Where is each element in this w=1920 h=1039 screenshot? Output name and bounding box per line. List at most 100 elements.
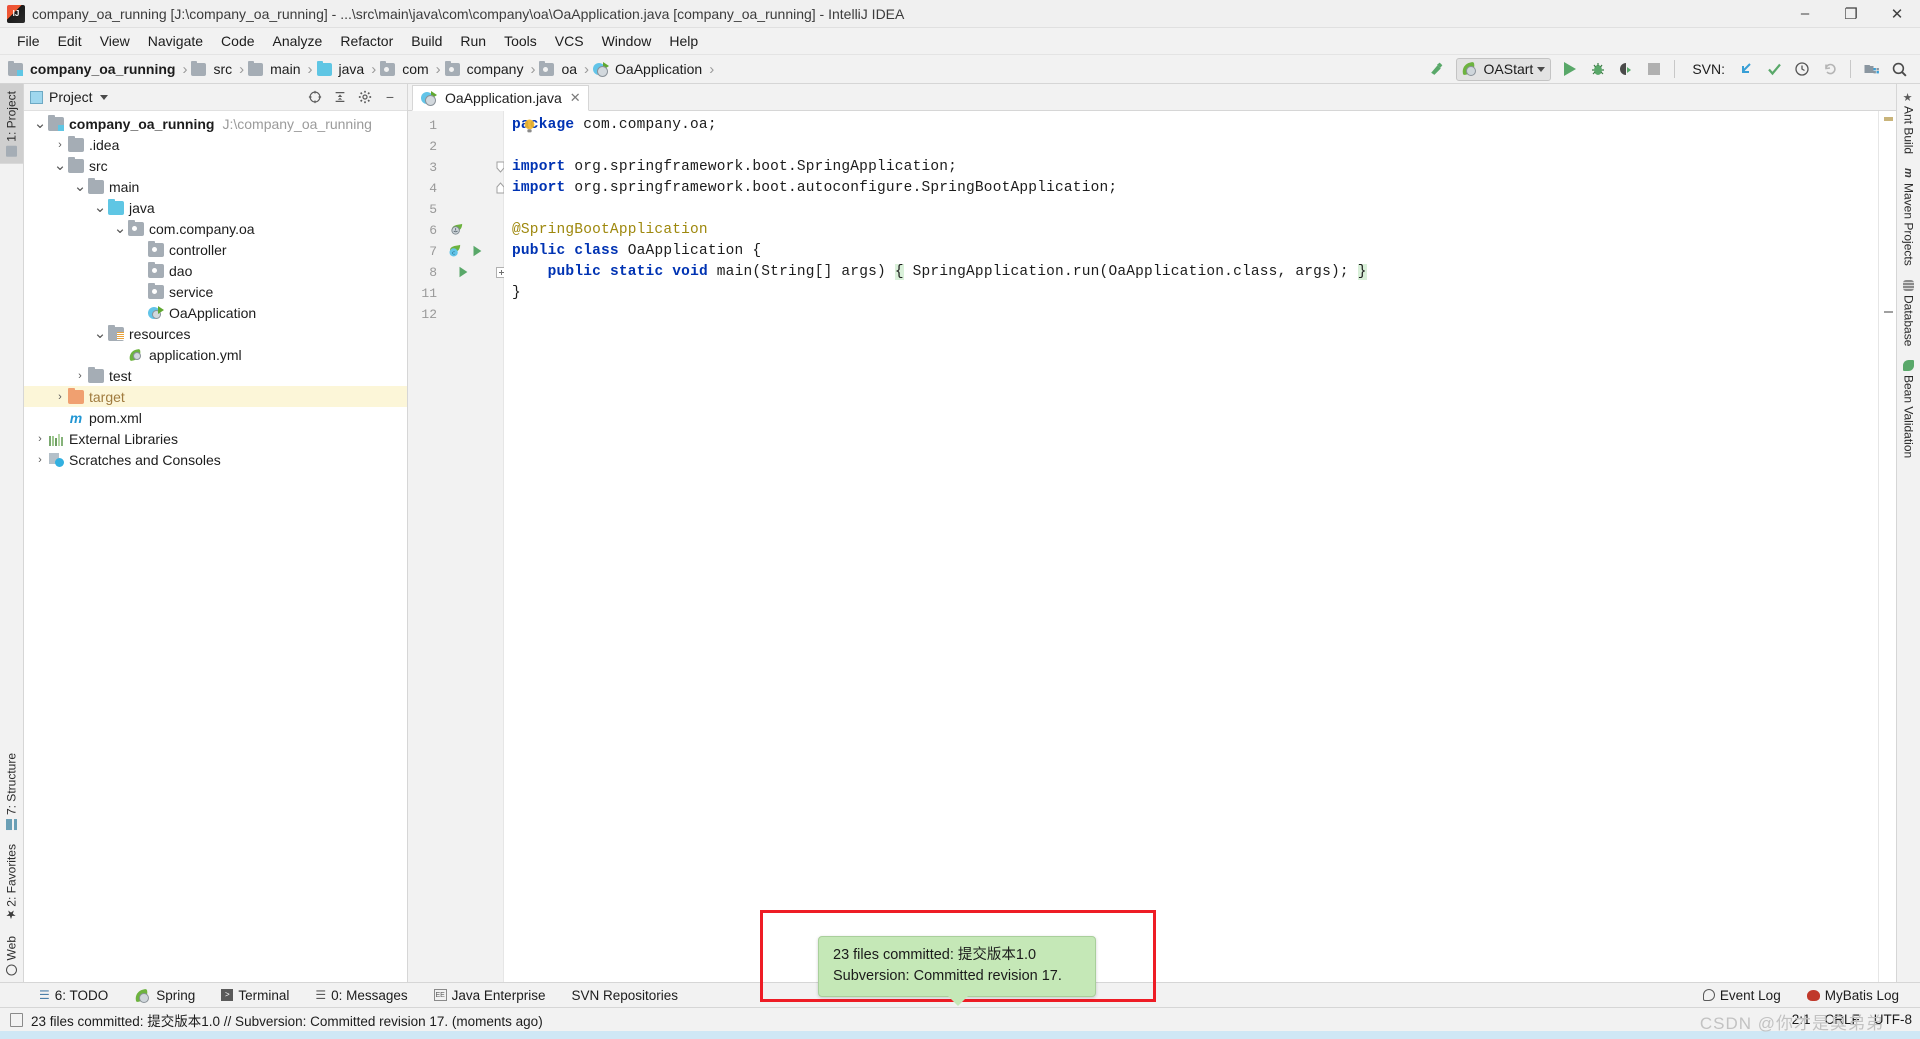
tree-item-main[interactable]: ⌄ main (24, 176, 407, 197)
spring-config-class-gutter-icon[interactable]: c (448, 243, 463, 261)
code-editor[interactable]: package com.company.oa; import org.spring… (504, 111, 1878, 982)
tool-window-terminal[interactable]: > Terminal (208, 988, 302, 1003)
tree-twisty-icon[interactable]: › (32, 433, 48, 445)
tree-twisty-icon[interactable]: › (52, 391, 68, 403)
run-icon[interactable] (1557, 58, 1583, 81)
tree-item-test[interactable]: › test (24, 365, 407, 386)
sidebar-item-structure[interactable]: 7: Structure (0, 746, 23, 837)
close-icon[interactable]: ✕ (570, 90, 581, 106)
tree-item-application-yml[interactable]: application.yml (24, 344, 407, 365)
run-gutter-icon-main[interactable] (456, 265, 470, 282)
breadcrumb-item-com[interactable]: com › (380, 61, 444, 78)
spring-bean-gutter-icon[interactable] (450, 222, 465, 240)
stop-icon[interactable] (1641, 58, 1667, 81)
breadcrumb-item-project[interactable]: company_oa_running › (8, 61, 191, 78)
hide-icon[interactable]: − (379, 87, 401, 107)
commit-notification-popup[interactable]: 23 files committed: 提交版本1.0 Subversion: … (818, 936, 1096, 997)
menu-window[interactable]: Window (593, 30, 661, 52)
tree-item-scratches-and-consoles[interactable]: › Scratches and Consoles (24, 449, 407, 470)
minimize-button[interactable]: – (1782, 0, 1828, 27)
menu-analyze[interactable]: Analyze (264, 30, 332, 52)
tool-window-java-enterprise[interactable]: EE Java Enterprise (421, 988, 559, 1003)
svn-commit-icon[interactable] (1761, 58, 1787, 81)
svn-history-icon[interactable] (1789, 58, 1815, 81)
collapse-target-icon[interactable] (304, 87, 326, 107)
sidebar-item-bean-validation[interactable]: Bean Validation (1897, 353, 1920, 465)
sidebar-item-web[interactable]: Web (0, 929, 23, 982)
tree-twisty-icon[interactable]: ⌄ (72, 183, 88, 191)
menu-vcs[interactable]: VCS (546, 30, 593, 52)
menu-edit[interactable]: Edit (49, 30, 91, 52)
menu-code[interactable]: Code (212, 30, 263, 52)
tree-twisty-icon[interactable]: ⌄ (112, 225, 128, 233)
editor-gutter[interactable]: 1 2 3 4 5 6 7 8 11 12 c (408, 111, 504, 982)
hammer-icon[interactable] (1424, 58, 1450, 81)
tree-twisty-icon[interactable]: › (52, 139, 68, 151)
debug-icon[interactable] (1585, 58, 1611, 81)
tool-window-svn-repositories[interactable]: SVN Repositories (558, 988, 691, 1003)
tree-item-controller[interactable]: controller (24, 239, 407, 260)
tool-window-event-log[interactable]: Event Log (1690, 988, 1794, 1003)
tree-item-target[interactable]: › target (24, 386, 407, 407)
collapse-all-icon[interactable] (329, 87, 351, 107)
tree-item--idea[interactable]: › .idea (24, 134, 407, 155)
tree-item-external-libraries[interactable]: › External Libraries (24, 428, 407, 449)
breadcrumb-item-src[interactable]: src › (191, 61, 248, 78)
breadcrumb-item-oa[interactable]: oa › (539, 61, 593, 78)
breadcrumb-item-java[interactable]: java › (317, 61, 381, 78)
sidebar-item-database[interactable]: Database (1897, 273, 1920, 353)
menu-file[interactable]: File (8, 30, 49, 52)
tool-window-mybatis-log[interactable]: MyBatis Log (1794, 988, 1912, 1003)
sidebar-item-maven-projects[interactable]: m Maven Projects (1897, 161, 1920, 273)
menu-view[interactable]: View (91, 30, 139, 52)
settings-gear-icon[interactable] (354, 87, 376, 107)
tree-item-company-oa-running[interactable]: ⌄ company_oa_running J:\company_oa_running (24, 113, 407, 134)
sidebar-item-ant-build[interactable]: ★ Ant Build (1897, 84, 1920, 161)
status-message-icon[interactable] (10, 1013, 23, 1027)
tree-item-dao[interactable]: dao (24, 260, 407, 281)
breadcrumb-item-oaapplication[interactable]: OaApplication › (593, 61, 718, 78)
tree-item-com-company-oa[interactable]: ⌄ com.company.oa (24, 218, 407, 239)
todo-icon: ☰ (39, 988, 50, 1002)
tree-item-src[interactable]: ⌄ src (24, 155, 407, 176)
sidebar-item-project[interactable]: 1: Project (0, 84, 23, 164)
tree-twisty-icon[interactable]: › (72, 370, 88, 382)
menu-tools[interactable]: Tools (495, 30, 546, 52)
project-tree[interactable]: ⌄ company_oa_running J:\company_oa_running… (24, 111, 407, 982)
tree-item-oaapplication[interactable]: OaApplication (24, 302, 407, 323)
breadcrumb-item-company[interactable]: company › (445, 61, 540, 78)
maximize-button[interactable]: ❐ (1828, 0, 1874, 27)
tree-twisty-icon[interactable]: ⌄ (92, 204, 108, 212)
tree-item-pom-xml[interactable]: m pom.xml (24, 407, 407, 428)
run-gutter-icon[interactable] (470, 244, 484, 261)
project-structure-icon[interactable] (1858, 58, 1884, 81)
tree-twisty-icon[interactable]: ⌄ (92, 330, 108, 338)
run-configuration-selector[interactable]: OAStart (1456, 58, 1552, 81)
tree-item-service[interactable]: service (24, 281, 407, 302)
menu-navigate[interactable]: Navigate (139, 30, 212, 52)
tree-item-resources[interactable]: ⌄ resources (24, 323, 407, 344)
svn-update-icon[interactable] (1733, 58, 1759, 81)
run-with-coverage-icon[interactable] (1613, 58, 1639, 81)
search-everywhere-icon[interactable] (1886, 58, 1912, 81)
tool-window-spring[interactable]: Spring (121, 988, 208, 1003)
intention-bulb-icon[interactable] (521, 117, 538, 138)
tree-item-java[interactable]: ⌄ java (24, 197, 407, 218)
menu-build[interactable]: Build (402, 30, 451, 52)
svn-revert-icon[interactable] (1817, 58, 1843, 81)
menu-help[interactable]: Help (660, 30, 707, 52)
tree-twisty-icon[interactable]: ⌄ (32, 120, 48, 128)
menu-refactor[interactable]: Refactor (331, 30, 402, 52)
tree-twisty-icon[interactable]: ⌄ (52, 162, 68, 170)
menu-run[interactable]: Run (451, 30, 495, 52)
sidebar-item-favorites[interactable]: ★ 2: Favorites (0, 837, 23, 929)
line-number: 12 (421, 307, 437, 322)
breadcrumb-item-main[interactable]: main › (248, 61, 316, 78)
editor-tab-oaapplication[interactable]: OaApplication.java ✕ (412, 85, 589, 111)
tree-twisty-icon[interactable]: › (32, 454, 48, 466)
tool-window-todo[interactable]: ☰ 6: TODO (26, 988, 121, 1003)
chevron-down-icon[interactable] (100, 95, 108, 100)
tool-window-messages[interactable]: ☰ 0: Messages (302, 988, 420, 1003)
editor-error-stripe[interactable] (1878, 111, 1896, 982)
close-button[interactable]: ✕ (1874, 0, 1920, 27)
